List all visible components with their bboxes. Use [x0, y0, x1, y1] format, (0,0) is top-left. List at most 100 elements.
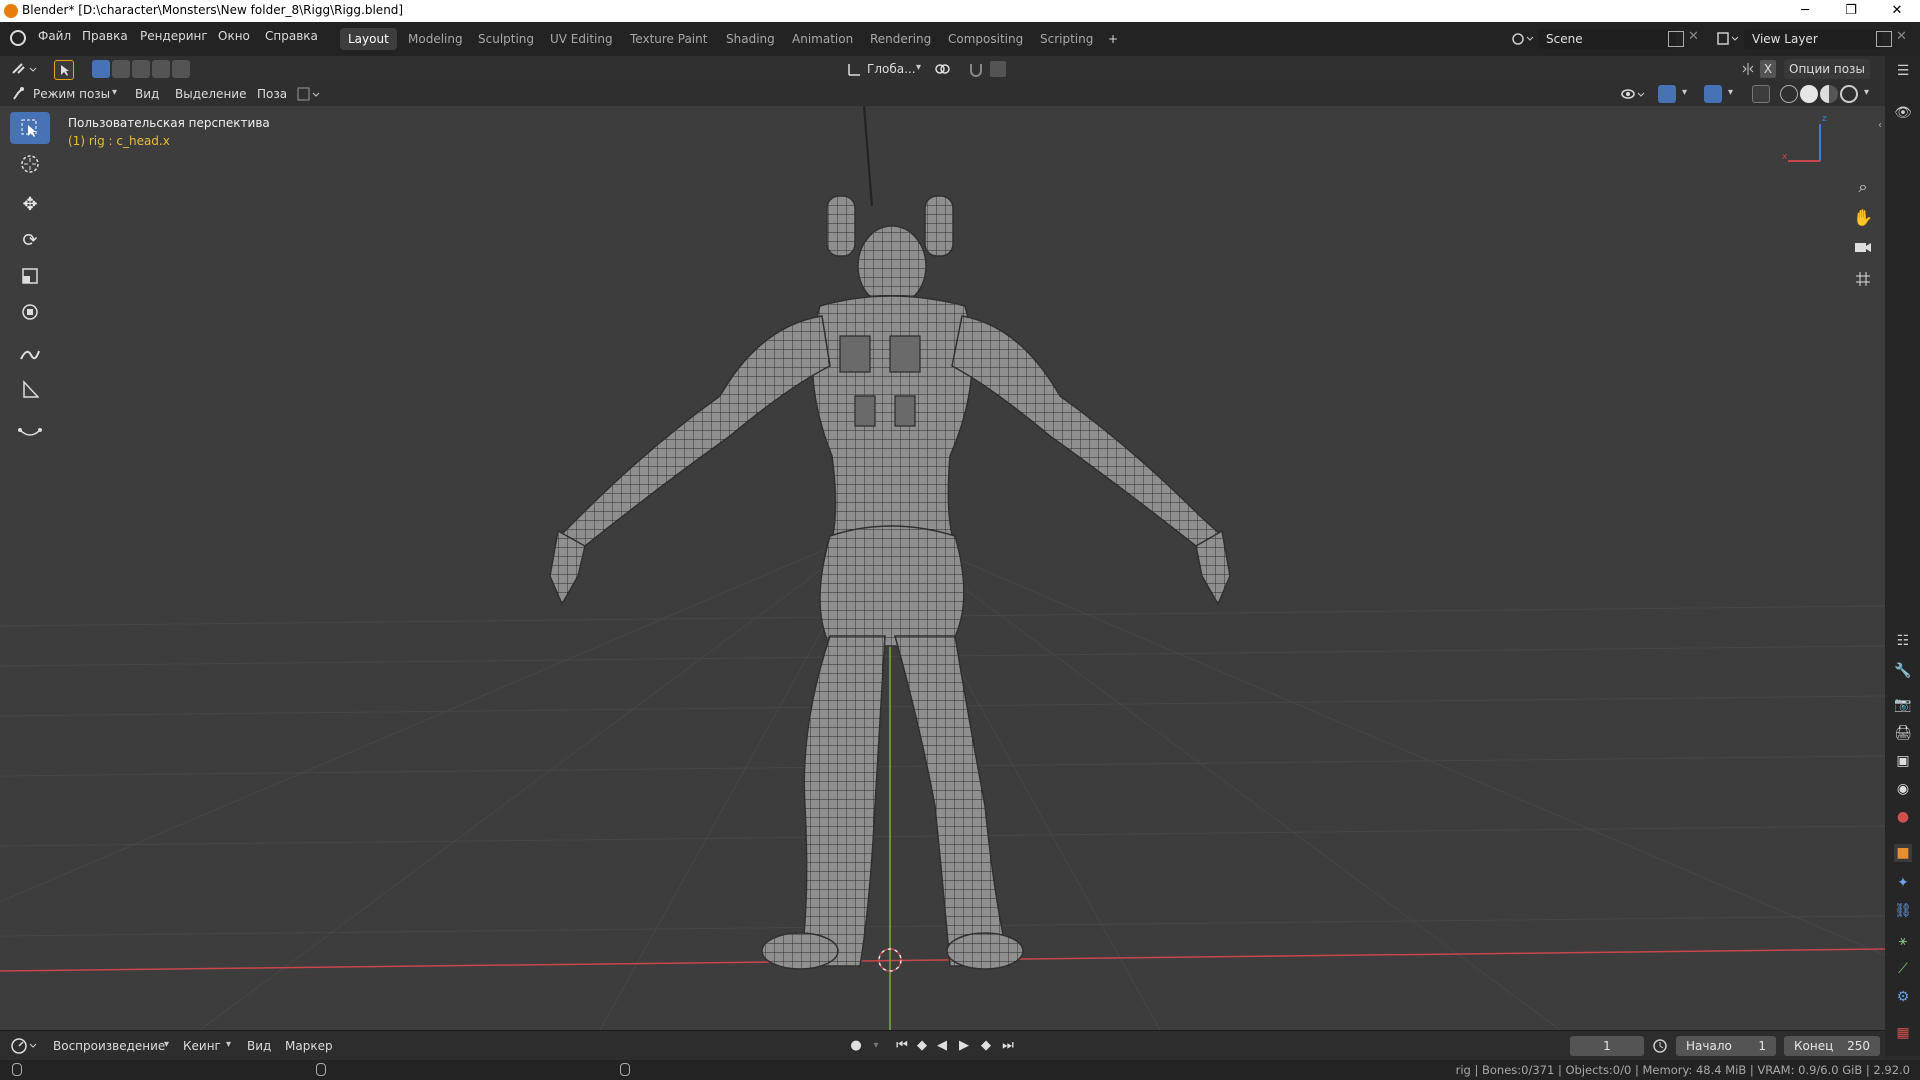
- editor-type-icon[interactable]: [10, 59, 40, 79]
- menu-edit[interactable]: Правка: [82, 29, 128, 43]
- select-mode-subtract-icon[interactable]: [132, 60, 150, 78]
- scene-properties-icon[interactable]: ◉: [1894, 780, 1912, 798]
- delete-scene-icon[interactable]: ✕: [1688, 29, 1699, 44]
- texture-properties-icon[interactable]: ▦: [1894, 1024, 1912, 1042]
- new-view-layer-icon[interactable]: [1876, 31, 1892, 47]
- shading-solid-icon[interactable]: [1800, 85, 1818, 103]
- next-keyframe-icon[interactable]: ◆: [976, 1036, 996, 1056]
- world-properties-icon[interactable]: ●: [1894, 808, 1912, 826]
- cursor-tool[interactable]: [10, 148, 50, 180]
- select-menu[interactable]: Выделение: [170, 84, 251, 104]
- sidebar-toggle-icon[interactable]: ‹: [1878, 120, 1882, 131]
- measure-tool[interactable]: [10, 374, 50, 406]
- scene-selector-icon[interactable]: [1510, 29, 1534, 49]
- chevron-down-icon[interactable]: ▾: [1682, 87, 1687, 98]
- chevron-down-icon[interactable]: ▾: [1864, 87, 1869, 98]
- select-mode-new-icon[interactable]: [92, 60, 110, 78]
- xray-toggle-icon[interactable]: [1752, 85, 1770, 103]
- minimize-button[interactable]: ─: [1782, 0, 1828, 22]
- render-properties-icon[interactable]: 📷: [1894, 696, 1912, 714]
- object-properties-icon[interactable]: ■: [1894, 844, 1912, 862]
- pan-hand-icon[interactable]: ✋: [1848, 202, 1878, 232]
- menu-help[interactable]: Справка: [265, 29, 318, 43]
- transform-orientation-dropdown[interactable]: Глоба...: [862, 59, 921, 79]
- current-frame-field[interactable]: 1: [1570, 1036, 1644, 1056]
- blender-menu-icon[interactable]: [10, 30, 26, 46]
- show-overlays-icon[interactable]: [1704, 85, 1722, 103]
- shading-wireframe-icon[interactable]: [1780, 85, 1798, 103]
- view-layer-field[interactable]: View Layer: [1744, 29, 1882, 49]
- tab-modeling[interactable]: Modeling: [400, 28, 471, 50]
- tab-compositing[interactable]: Compositing: [940, 28, 1031, 50]
- constraint-properties-icon[interactable]: ⛓: [1894, 902, 1912, 920]
- pose-menu[interactable]: Поза: [252, 84, 292, 104]
- marker-menu[interactable]: Маркер: [280, 1036, 338, 1056]
- menu-file[interactable]: Файл: [38, 29, 71, 43]
- tab-layout[interactable]: Layout: [340, 28, 397, 50]
- tab-scripting[interactable]: Scripting: [1032, 28, 1101, 50]
- shading-rendered-icon[interactable]: [1840, 85, 1858, 103]
- tab-texture-paint[interactable]: Texture Paint: [622, 28, 715, 50]
- transform-tool[interactable]: [10, 296, 50, 328]
- annotate-tool[interactable]: [10, 338, 50, 370]
- playback-menu[interactable]: Воспроизведение: [48, 1036, 170, 1056]
- object-data-armature-icon[interactable]: ⟋: [1894, 960, 1912, 978]
- select-tool-icon[interactable]: [54, 60, 74, 80]
- record-icon[interactable]: ●: [846, 1036, 866, 1056]
- delete-view-layer-icon[interactable]: ✕: [1896, 29, 1907, 44]
- tab-shading[interactable]: Shading: [718, 28, 783, 50]
- mode-dropdown[interactable]: Режим позы: [28, 84, 115, 104]
- 3d-viewport[interactable]: z x Пользовательская перспектива (1) rig…: [0, 106, 1885, 1030]
- menu-window[interactable]: Окно: [218, 29, 250, 43]
- tab-uv-editing[interactable]: UV Editing: [542, 28, 621, 50]
- select-mode-invert-icon[interactable]: [152, 60, 170, 78]
- rotate-tool[interactable]: ⟳: [10, 224, 50, 256]
- preview-range-icon[interactable]: [1652, 1038, 1668, 1054]
- bone-tool[interactable]: [10, 416, 50, 448]
- properties-editor-icon[interactable]: ☷: [1894, 632, 1912, 650]
- physics-properties-icon[interactable]: ⚹: [1894, 932, 1912, 950]
- shading-material-icon[interactable]: [1820, 85, 1838, 103]
- pivot-point-icon[interactable]: [934, 61, 950, 77]
- chevron-down-icon[interactable]: ▾: [1728, 87, 1733, 98]
- prev-keyframe-icon[interactable]: ◆: [912, 1036, 932, 1056]
- play-icon[interactable]: ▶: [954, 1036, 974, 1056]
- select-box-tool[interactable]: [10, 112, 50, 144]
- pose-options-dropdown[interactable]: Опции позы: [1784, 59, 1870, 79]
- show-gizmo-icon[interactable]: [1658, 85, 1676, 103]
- snap-icon[interactable]: [968, 61, 984, 77]
- pose-library-icon[interactable]: [296, 85, 324, 103]
- ortho-grid-icon[interactable]: [1848, 264, 1878, 294]
- start-frame-field[interactable]: Начало 1: [1676, 1036, 1776, 1056]
- menu-render[interactable]: Рендеринг: [140, 29, 208, 43]
- scale-tool[interactable]: [10, 260, 50, 292]
- view-layer-icon[interactable]: [1715, 29, 1741, 49]
- output-properties-icon[interactable]: 🖨: [1894, 724, 1912, 742]
- x-mirror-toggle[interactable]: X: [1760, 60, 1776, 78]
- select-mode-intersect-icon[interactable]: [172, 60, 190, 78]
- view-layer-properties-icon[interactable]: ▣: [1894, 752, 1912, 770]
- bone-properties-icon[interactable]: ⚙: [1894, 988, 1912, 1006]
- tab-animation[interactable]: Animation: [784, 28, 861, 50]
- timeline-view-menu[interactable]: Вид: [242, 1036, 276, 1056]
- visibility-icon[interactable]: [1620, 85, 1648, 103]
- camera-view-icon[interactable]: [1848, 232, 1878, 262]
- zoom-icon[interactable]: ⌕: [1848, 172, 1878, 202]
- hide-eye-icon[interactable]: 👁: [1894, 104, 1912, 122]
- jump-start-icon[interactable]: ⏮: [892, 1036, 912, 1056]
- timeline-editor-icon[interactable]: [10, 1037, 40, 1055]
- select-mode-extend-icon[interactable]: [112, 60, 130, 78]
- jump-end-icon[interactable]: ⏭: [998, 1036, 1018, 1056]
- snap-target-icon[interactable]: [990, 61, 1006, 77]
- move-tool[interactable]: ✥: [10, 188, 50, 220]
- play-reverse-icon[interactable]: ◀: [932, 1036, 952, 1056]
- close-button[interactable]: ✕: [1874, 0, 1920, 22]
- view-menu[interactable]: Вид: [130, 84, 164, 104]
- tool-properties-icon[interactable]: 🔧: [1894, 662, 1912, 680]
- mirror-x-icon[interactable]: [1740, 61, 1756, 77]
- modifier-properties-icon[interactable]: ✦: [1894, 874, 1912, 892]
- new-scene-icon[interactable]: [1668, 31, 1684, 47]
- end-frame-field[interactable]: Конец 250: [1784, 1036, 1880, 1056]
- outliner-icon[interactable]: ☰: [1894, 62, 1912, 80]
- add-workspace-button[interactable]: +: [1100, 28, 1126, 50]
